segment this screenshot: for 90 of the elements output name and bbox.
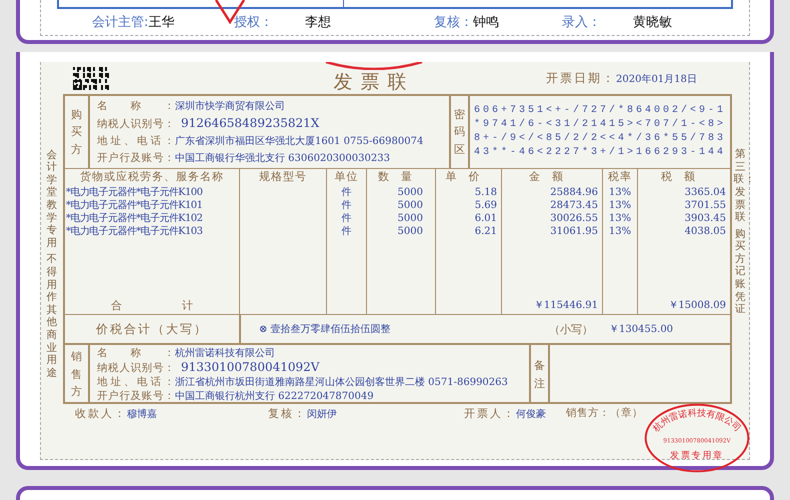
- column-header: 单价: [444, 169, 492, 185]
- table-cell-text: 件: [340, 186, 352, 199]
- signature-name: 闵妍伊: [307, 408, 337, 420]
- amount-in-figures: ￥130455.00: [608, 323, 674, 336]
- field-label: 名称：: [96, 98, 175, 113]
- table-cell-text: 13%: [608, 199, 632, 212]
- invoice-title: 发票联: [332, 71, 416, 93]
- total-amount: ￥115446.91: [534, 299, 598, 312]
- date-value: 2020年01月18日: [616, 74, 697, 85]
- table-cell-text: 13%: [608, 212, 632, 225]
- table-cell-text: 5.69: [474, 199, 498, 212]
- total-tax: ￥15008.09: [668, 299, 726, 312]
- total-label: 合计: [110, 298, 253, 312]
- table-cell-text: 件: [340, 199, 352, 212]
- signature-name: 李想: [305, 14, 331, 31]
- field-value: 深圳市快学商贸有限公司: [174, 100, 285, 113]
- signature-name: 何俊豪: [516, 408, 546, 420]
- column-header: 货物或应税劳务、服务名称: [78, 169, 225, 185]
- item-name: *电力电子元器件*电子元件K100: [64, 186, 204, 199]
- signature-name: 王华: [148, 14, 174, 31]
- section-label: 销售方: [64, 345, 90, 404]
- field-label: 地址、电话：: [96, 375, 175, 389]
- field-value: 中国工商银行杭州支行 622272047870049: [174, 390, 374, 403]
- item-name: *电力电子元器件*电子元件K102: [64, 212, 204, 225]
- field-label: 纳税人识别号：: [96, 116, 175, 131]
- signature-label: 授权：: [234, 14, 273, 31]
- table-cell-text: 25884.96: [549, 186, 599, 199]
- table-cell-text: 件: [340, 225, 352, 238]
- date-label: 开票日期：: [546, 71, 616, 85]
- table-cell-text: 6.01: [474, 212, 498, 225]
- field-label: （小写）: [548, 322, 594, 336]
- signature-name: 穆博嘉: [127, 408, 157, 420]
- column-header: 金额: [528, 169, 576, 185]
- item-name: *电力电子元器件*电子元件K103: [64, 225, 204, 238]
- cipher-text: 606+7351<+-/727/*864002/<9-1: [474, 104, 727, 118]
- table-cell-text: 3701.55: [684, 199, 728, 212]
- table-cell-text: 13%: [608, 225, 632, 238]
- field-label: 开户行及账号：: [96, 151, 175, 166]
- signature-label: 销售方：（章）: [566, 406, 643, 420]
- signature-label: 收款人：: [75, 406, 127, 420]
- cipher-text: 8+-/9</<85/2/2<<4*/36*55/783: [474, 132, 727, 146]
- column-header: 税率: [606, 169, 633, 185]
- section-label: 密码区: [450, 96, 470, 168]
- column-header: 税额: [660, 169, 708, 185]
- field-label: 价税合计（大写）: [64, 315, 241, 343]
- item-name: *电力电子元器件*电子元件K101: [64, 199, 204, 212]
- signature-name: 黄晓敏: [633, 14, 672, 31]
- qr-code-icon: [73, 67, 109, 91]
- field-value: 浙江省杭州市坂田街道雅南路星河山体公园创客世界二楼 0571-86990263: [174, 376, 508, 389]
- field-value: 广东省深圳市福田区华强北大厦1601 0755-66980074: [174, 134, 424, 148]
- table-cell-text: 5000: [396, 186, 424, 199]
- signature-label: 录入：: [562, 14, 601, 31]
- table-cell-text: 6.21: [474, 225, 498, 238]
- table-cell-text: 5.18: [474, 186, 498, 199]
- signature-label: 开票人：: [464, 406, 516, 420]
- signature-label: 复核：: [268, 406, 307, 420]
- table-cell-text: 件: [340, 212, 352, 225]
- signature-name: 钟鸣: [473, 14, 499, 31]
- column-header: 单位: [333, 169, 360, 185]
- field-label: 名称：: [96, 346, 175, 360]
- field-value: 91330100780041092V: [180, 360, 320, 374]
- cipher-text: *9741/6-<31/21415><707/1-<8>: [474, 118, 727, 132]
- field-value: 杭州雷诺科技有限公司: [174, 346, 275, 360]
- column-header: 规格型号: [258, 169, 308, 185]
- table-cell-text: 5000: [396, 199, 424, 212]
- table-cell-text: 3365.04: [684, 186, 728, 199]
- table-cell-text: 30026.55: [549, 212, 599, 225]
- table-cell-text: 13%: [608, 186, 632, 199]
- table-cell-text: 5000: [396, 225, 424, 238]
- column-header: 数量: [376, 169, 425, 185]
- table-cell-text: 4038.05: [684, 225, 728, 238]
- field-value: 91264658489235821X: [180, 116, 320, 130]
- side-note: 购买方记账凭证: [734, 228, 748, 316]
- signature-label: 会计主管:: [92, 14, 148, 31]
- table-cell-text: 28473.45: [549, 199, 599, 212]
- field-label: 纳税人识别号：: [96, 361, 175, 375]
- table-cell-text: 31061.95: [549, 225, 599, 238]
- field-label: 地址、电话：: [96, 134, 175, 148]
- section-label: 购买方: [64, 96, 90, 168]
- signature-label: 复核：: [434, 14, 473, 31]
- field-value: 中国工商银行华强北支行 6306020300030233: [174, 152, 390, 166]
- cipher-text: 43**-46<2227*3+/1>166293-144: [474, 146, 727, 160]
- field-label: 开户行及账号：: [96, 389, 175, 403]
- section-label: 备注: [530, 345, 550, 404]
- table-cell-text: 5000: [396, 212, 424, 225]
- side-note: 不得用作其他商业用途: [45, 253, 58, 380]
- table-cell-text: 3903.45: [684, 212, 728, 225]
- amount-in-words: ⊗ 壹拾叁万零肆佰伍拾伍圆整: [258, 322, 392, 336]
- side-note: 第三联：发票联: [734, 148, 748, 224]
- side-note: 会计学堂教学专用: [45, 148, 58, 250]
